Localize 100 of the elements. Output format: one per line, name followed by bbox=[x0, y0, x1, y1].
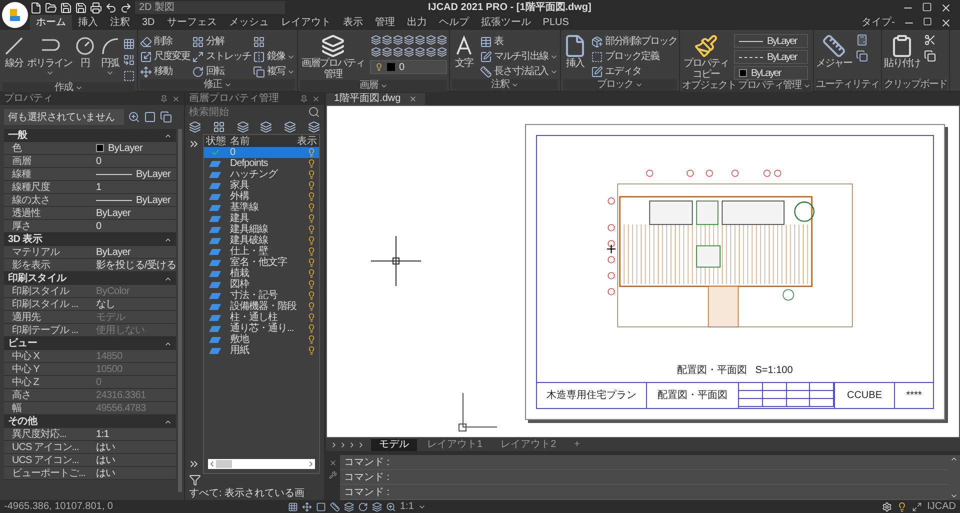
workspace-dropdown[interactable]: 2D 製図 bbox=[135, 1, 285, 14]
ribbon-button[interactable]: ストレッチ bbox=[192, 49, 251, 64]
layer-row[interactable]: 寸法・記号 bbox=[204, 290, 319, 301]
property-value[interactable]: 1:1 bbox=[96, 426, 110, 442]
document-tab[interactable]: 1階平面図.dwg bbox=[326, 93, 425, 105]
ribbon-button[interactable]: ブロック定義 bbox=[591, 49, 677, 64]
quick-access-button[interactable] bbox=[120, 2, 132, 14]
layer-row[interactable]: 建具破線 bbox=[204, 235, 319, 246]
layer-row[interactable]: ハッチング bbox=[204, 169, 319, 180]
property-value[interactable]: はい bbox=[96, 440, 116, 454]
status-toggle[interactable] bbox=[358, 502, 368, 512]
status-toggle[interactable] bbox=[372, 502, 382, 512]
layer-tool-button[interactable] bbox=[381, 46, 392, 58]
layer-row[interactable]: 用紙 bbox=[204, 345, 319, 356]
property-value[interactable]: 0 bbox=[96, 154, 102, 168]
property-value[interactable]: ByLayer bbox=[96, 244, 131, 260]
layer-row[interactable]: 植栽 bbox=[204, 268, 319, 279]
bulb-icon[interactable] bbox=[306, 313, 316, 322]
ribbon-button[interactable]: 画層プロパティ管理 bbox=[300, 34, 366, 80]
ribbon-button[interactable]: 円 bbox=[73, 34, 97, 69]
layer-tool-button[interactable] bbox=[414, 46, 425, 58]
ribbon-button[interactable]: プロパティコピー bbox=[682, 34, 730, 80]
property-value[interactable]: はい bbox=[96, 452, 116, 468]
bulb-icon[interactable] bbox=[306, 214, 316, 223]
layer-tool-button[interactable] bbox=[425, 34, 436, 46]
property-value[interactable]: ByLayer bbox=[96, 140, 143, 156]
section-header[interactable]: ビュー bbox=[4, 337, 176, 350]
ribbon-button[interactable]: ポリライン bbox=[27, 34, 72, 69]
property-value[interactable]: なし bbox=[96, 296, 116, 312]
property-dropdown[interactable]: ByLayer bbox=[734, 50, 808, 64]
menu-tab[interactable]: ヘルプ bbox=[432, 15, 475, 30]
bulb-icon[interactable] bbox=[306, 159, 316, 168]
menu-tab[interactable]: 表示 bbox=[336, 15, 369, 30]
property-value[interactable]: はい bbox=[96, 466, 116, 480]
status-toggle[interactable] bbox=[316, 502, 326, 512]
bulb-icon[interactable] bbox=[306, 324, 316, 333]
ribbon-button[interactable]: エディタ bbox=[591, 64, 677, 79]
ribbon-button[interactable]: メジャー bbox=[816, 34, 852, 69]
layer-tool-button[interactable] bbox=[436, 46, 447, 58]
status-toggle[interactable] bbox=[330, 502, 340, 512]
ribbon-button[interactable]: 文字 bbox=[452, 34, 476, 79]
section-header[interactable]: 一般 bbox=[4, 129, 176, 142]
layer-row[interactable]: 室名・他文字 bbox=[204, 257, 319, 268]
ribbon-button[interactable]: 長さ寸法記入 bbox=[480, 64, 558, 79]
toolbar-button[interactable] bbox=[284, 120, 296, 132]
ribbon-button[interactable]: 分解 bbox=[192, 34, 251, 49]
layer-dropdown[interactable]: 0 bbox=[370, 60, 447, 74]
ribbon-button[interactable]: 移動 bbox=[140, 64, 190, 79]
menu-tab[interactable]: 出力 bbox=[400, 15, 433, 30]
layer-row[interactable]: 建具細線 bbox=[204, 224, 319, 235]
ribbon-button[interactable]: 部分削除ブロック bbox=[591, 34, 677, 49]
bulb-icon[interactable] bbox=[306, 346, 316, 355]
layer-tool-button[interactable] bbox=[381, 34, 392, 46]
layout-tab[interactable]: モデル bbox=[371, 438, 417, 450]
bulb-icon[interactable] bbox=[306, 192, 316, 201]
app-logo[interactable] bbox=[2, 2, 28, 28]
quick-access-button[interactable] bbox=[90, 2, 102, 14]
status-toggle[interactable] bbox=[288, 502, 298, 512]
menu-tab[interactable]: ホーム bbox=[30, 15, 72, 30]
quick-access-button[interactable] bbox=[75, 2, 87, 14]
menu-tab[interactable]: 3D bbox=[136, 15, 161, 30]
ribbon-button[interactable]: 回転 bbox=[192, 64, 251, 79]
quick-access-button[interactable] bbox=[30, 2, 42, 14]
bulb-icon[interactable] bbox=[306, 236, 316, 245]
scroll-left-icon[interactable] bbox=[208, 460, 216, 468]
layer-row[interactable]: 基準線 bbox=[204, 202, 319, 213]
layer-tool-button[interactable] bbox=[392, 34, 403, 46]
menu-tab[interactable]: サーフェス bbox=[160, 15, 223, 30]
status-toggle[interactable] bbox=[386, 502, 396, 512]
scrollbar-thumb[interactable] bbox=[216, 460, 232, 468]
property-value[interactable]: ByLayer bbox=[96, 166, 171, 182]
toolbar-button[interactable] bbox=[308, 120, 320, 132]
menu-tab[interactable]: 注釈 bbox=[104, 15, 136, 30]
ribbon-button[interactable]: 表 bbox=[480, 34, 558, 49]
layer-tool-button[interactable] bbox=[403, 46, 414, 58]
layer-tool-button[interactable] bbox=[370, 34, 381, 46]
layer-row[interactable]: 柱・通し柱 bbox=[204, 312, 319, 323]
layout-tab[interactable]: レイアウト1 bbox=[419, 438, 491, 450]
ribbon-button[interactable]: マルチ引出線 bbox=[480, 49, 558, 64]
layer-row[interactable]: 図枠 bbox=[204, 279, 319, 290]
property-value[interactable]: 0 bbox=[96, 218, 102, 234]
bulb-icon[interactable] bbox=[306, 280, 316, 289]
layer-tool-button[interactable] bbox=[436, 34, 447, 46]
bulb-icon[interactable] bbox=[306, 225, 316, 234]
menu-tab[interactable]: PLUS bbox=[536, 15, 575, 30]
bulb-icon[interactable] bbox=[306, 335, 316, 344]
layer-tool-button[interactable] bbox=[425, 46, 436, 58]
scrollbar[interactable] bbox=[178, 129, 182, 492]
bulb-icon[interactable] bbox=[306, 302, 316, 311]
menu-tab[interactable]: 拡張ツール bbox=[474, 15, 537, 30]
quick-access-button[interactable] bbox=[45, 2, 57, 14]
layer-row[interactable]: 仕上・壁 bbox=[204, 246, 319, 257]
layer-tool-button[interactable] bbox=[392, 46, 403, 58]
menu-tab[interactable]: メッシュ bbox=[222, 15, 275, 30]
layer-row[interactable]: 敷地 bbox=[204, 334, 319, 345]
help-search[interactable]: タイプ- bbox=[862, 15, 895, 30]
layer-tool-button[interactable] bbox=[370, 46, 381, 58]
drawing-canvas[interactable]: 配置図・平面図 S=1:100 木造専用住宅プラン 配置図・平面図 CCUBE **** bbox=[326, 105, 960, 438]
property-value[interactable]: 1 bbox=[96, 180, 102, 194]
toolbar-button[interactable] bbox=[260, 120, 272, 132]
